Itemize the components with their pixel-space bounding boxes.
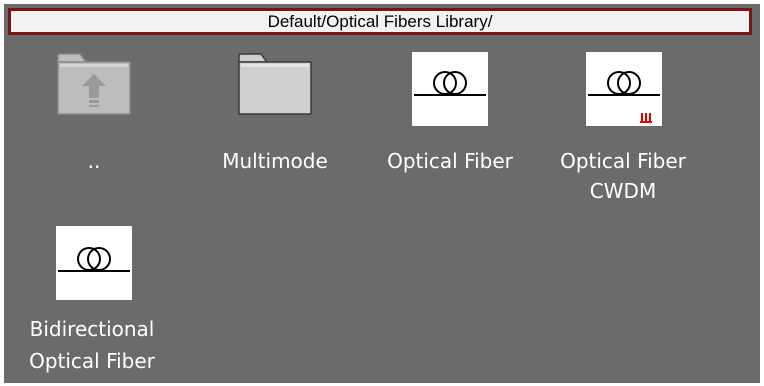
item-label-line2: CWDM — [589, 179, 657, 203]
optical-fiber-item[interactable]: Optical Fiber — [370, 52, 530, 182]
folder-icon — [237, 52, 313, 116]
item-label-line1: Bidirectional — [29, 317, 155, 341]
item-label: .. — [87, 149, 101, 173]
item-label-line1: Optical Fiber — [560, 149, 686, 173]
optical-fiber-cwdm-icon — [586, 52, 662, 126]
bidirectional-optical-fiber-icon — [56, 226, 132, 300]
item-label: Optical Fiber — [387, 149, 513, 173]
bidirectional-optical-fiber-item[interactable]: Bidirectional Optical Fiber — [10, 226, 174, 386]
item-label: Multimode — [222, 149, 328, 173]
optical-fiber-cwdm-item[interactable]: Optical Fiber CWDM — [538, 52, 708, 212]
optical-fiber-icon — [412, 52, 488, 126]
library-browser: Default/Optical Fibers Library/ .. Multi… — [4, 4, 760, 383]
item-label-line2: Optical Fiber — [29, 349, 155, 373]
path-text: Default/Optical Fibers Library/ — [267, 11, 493, 31]
multimode-folder-item[interactable]: Multimode — [200, 52, 350, 182]
parent-folder-item[interactable]: .. — [44, 52, 144, 182]
path-bar: Default/Optical Fibers Library/ — [8, 8, 752, 35]
folder-up-icon — [56, 52, 132, 116]
